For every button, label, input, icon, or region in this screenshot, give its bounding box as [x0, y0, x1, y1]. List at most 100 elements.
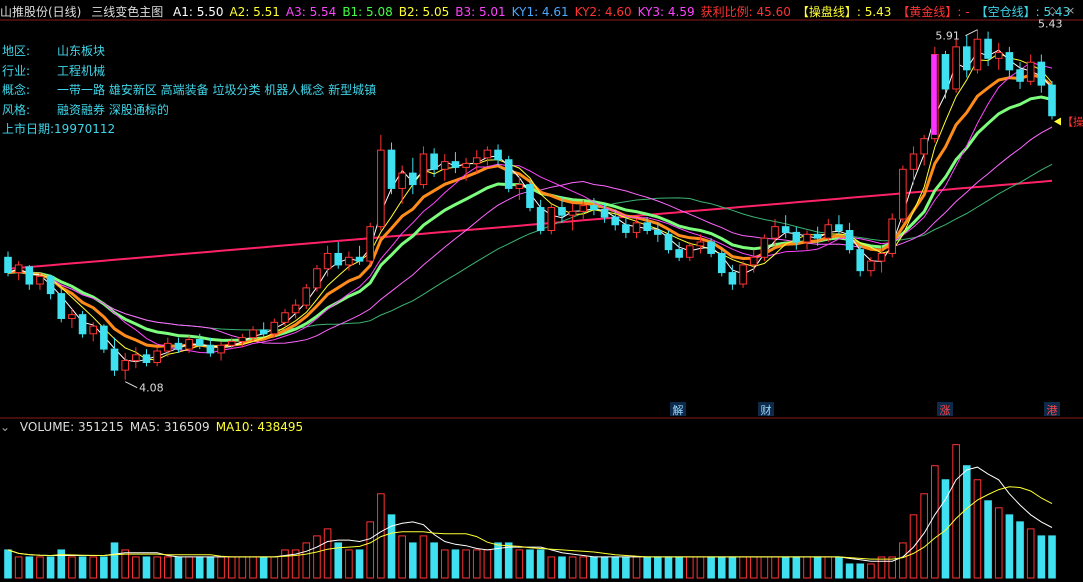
- candle-body: [739, 264, 747, 285]
- volume-bar: [803, 556, 811, 579]
- volume-bar: [1026, 528, 1035, 579]
- volume-bar: [302, 542, 311, 579]
- candle-body: [952, 46, 960, 90]
- stock-info-panel: 地区: 山东板块 行业: 工程机械 概念: 一带一路 雄安新区 高端装备 垃圾分类 机…: [2, 42, 376, 140]
- candle-body: [835, 224, 843, 231]
- candle-body: [46, 275, 55, 295]
- candle-body: [899, 168, 907, 220]
- volume-bar: [845, 563, 854, 579]
- indicator-values: A1: 5.50 A2: 5.51 A3: 5.54 B1: 5.08 B2: 5.05…: [173, 5, 1076, 19]
- candle-body: [600, 208, 609, 218]
- volume-bar: [813, 556, 822, 579]
- volume-bar: [451, 549, 460, 579]
- volume-bar: [4, 549, 12, 579]
- volume-bar: [132, 556, 140, 579]
- indicator-value: B3: 5.01: [455, 5, 506, 19]
- candle-body: [781, 226, 790, 233]
- main-indicator-header: 山推股份(日线) 三线变色主图 A1: 5.50 A2: 5.51 A3: 5.54…: [0, 5, 1082, 19]
- candle-body: [1048, 84, 1056, 117]
- candle-body: [345, 256, 353, 266]
- candle-body: [643, 222, 651, 231]
- minimize-icon[interactable]: ◇: [1048, 4, 1056, 17]
- volume-bar: [675, 556, 683, 579]
- volume-bar: [760, 556, 769, 579]
- candle-body: [4, 256, 12, 274]
- low-price-label: 4.08: [139, 382, 164, 395]
- volume-bar: [643, 556, 651, 579]
- candle-body: [206, 344, 215, 354]
- volume-bar: [36, 556, 44, 579]
- volume-bar: [962, 465, 971, 579]
- candle-body: [536, 207, 545, 231]
- volume-toggle-icon[interactable]: ⌄: [0, 420, 10, 434]
- stock-title[interactable]: 山推股份(日线): [0, 5, 81, 19]
- candle-body: [355, 256, 364, 262]
- candle-body: [685, 245, 694, 258]
- candle-body: [803, 233, 811, 243]
- volume-bar: [100, 556, 108, 579]
- indicator-value: A2: 5.51: [229, 5, 280, 19]
- candle-body: [142, 354, 151, 363]
- volume-bar: [217, 556, 225, 579]
- volume-bar: [579, 556, 588, 579]
- candle-body: [622, 224, 630, 233]
- trade-line-arrow: [1054, 117, 1061, 126]
- candle-body: [78, 314, 87, 335]
- candle-body: [579, 205, 588, 212]
- candle-body: [217, 344, 225, 354]
- formula-name[interactable]: 三线变色主图: [91, 5, 163, 19]
- candle-body: [877, 252, 886, 262]
- volume-bar: [1048, 535, 1056, 579]
- volume-bar: [1005, 514, 1014, 579]
- high-price-pointer: [965, 29, 978, 37]
- info-row-style: 风格: 融资融券 深股通标的: [2, 102, 169, 117]
- indicator-value: A1: 5.50: [173, 5, 224, 19]
- candle-body: [1026, 61, 1035, 82]
- candle-body: [195, 339, 204, 346]
- volume-bar: [685, 556, 694, 579]
- candle-body: [728, 272, 737, 285]
- volume-bar: [994, 507, 1003, 579]
- volume-values: VOLUME: 351215 MA5: 316509 MA10: 438495: [20, 420, 309, 434]
- candle-body: [313, 268, 321, 289]
- volume-bar: [472, 549, 481, 579]
- candle-body: [664, 233, 673, 251]
- info-row-industry: 行业: 工程机械: [2, 63, 106, 78]
- candle-body: [25, 266, 34, 285]
- candle-body: [962, 46, 971, 71]
- trade-line-edge-label: 【操盘: [1062, 114, 1083, 128]
- volume-indicator-value: MA5: 316509: [129, 420, 210, 434]
- volume-bar: [398, 535, 406, 579]
- candle-body: [185, 339, 193, 350]
- candle-body: [1037, 61, 1046, 86]
- volume-bar: [899, 542, 907, 579]
- volume-bar: [1016, 521, 1024, 579]
- volume-header: ⌄ VOLUME: 351215 MA5: 316509 MA10: 438495: [0, 420, 315, 434]
- volume-bar: [227, 556, 236, 579]
- indicator-value: B2: 5.05: [398, 5, 450, 19]
- candle-body: [430, 153, 438, 170]
- volume-bar: [440, 549, 449, 579]
- volume-bar: [654, 556, 662, 579]
- indicator-value: 【操盘线】: 5.43: [796, 5, 892, 19]
- candle-body: [57, 293, 66, 319]
- candle-body: [238, 337, 247, 342]
- volume-bar: [931, 465, 939, 579]
- candle-body: [387, 149, 396, 189]
- volume-bar: [877, 556, 886, 579]
- volume-bar: [206, 556, 215, 579]
- candle-body: [419, 153, 428, 186]
- candle-body: [110, 348, 119, 371]
- indicator-value: 获利比例: 45.60: [700, 5, 791, 19]
- last-price-label: 5.43: [1038, 18, 1063, 31]
- volume-bar: [792, 556, 801, 579]
- close-icon[interactable]: ×: [1066, 4, 1075, 17]
- candle-body: [377, 149, 385, 228]
- volume-bar: [739, 556, 747, 579]
- volume-bar: [749, 556, 758, 579]
- volume-bar: [824, 556, 833, 579]
- volume-bar: [526, 549, 534, 579]
- volume-bar: [664, 556, 673, 579]
- indicator-value: KY3: 4.59: [637, 5, 695, 19]
- volume-ma10-line: [7, 486, 1053, 560]
